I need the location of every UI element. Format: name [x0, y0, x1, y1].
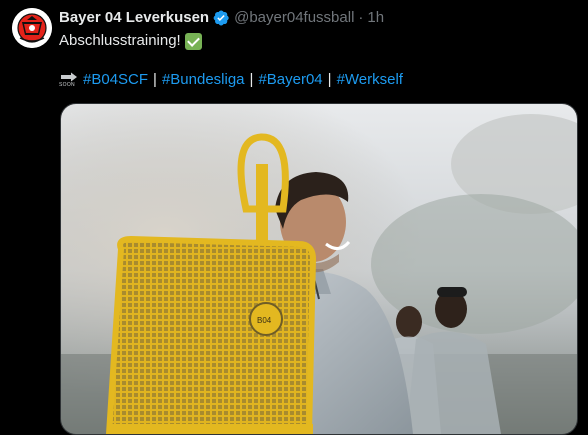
check-mark-button-emoji — [184, 32, 202, 50]
tweet-text: Abschlusstraining! — [59, 31, 202, 51]
tweet-header: Bayer 04 Leverkusen @bayer04fussball · 1… — [59, 8, 384, 28]
tweet[interactable]: Bayer 04 Leverkusen @bayer04fussball · 1… — [0, 0, 588, 435]
avatar[interactable] — [12, 8, 52, 48]
training-photo: B04 B04 — [61, 104, 577, 434]
soon-label: SOON — [59, 82, 75, 88]
separator-dot: · — [358, 9, 364, 26]
verified-badge-icon[interactable] — [212, 9, 230, 27]
hashtag-separator: | — [249, 71, 254, 88]
hashtag-link[interactable]: #Bayer04 — [258, 70, 322, 90]
hashtag-line: SOON #B04SCF | #Bundesliga | #Bayer04 | … — [59, 70, 403, 90]
timestamp[interactable]: 1h — [367, 8, 384, 28]
hashtag-link[interactable]: #B04SCF — [83, 70, 148, 90]
display-name[interactable]: Bayer 04 Leverkusen — [59, 8, 209, 28]
bayer04-crest-icon — [12, 8, 52, 48]
tweet-text-content: Abschlusstraining! — [59, 32, 181, 49]
soon-arrow-icon: SOON — [59, 71, 79, 89]
hashtag-separator: | — [153, 71, 157, 88]
hashtag-link[interactable]: #Bundesliga — [162, 70, 245, 90]
tweet-media-photo[interactable]: B04 B04 — [60, 103, 578, 435]
handle[interactable]: @bayer04fussball — [234, 8, 354, 28]
dummy-logo-text: B04 — [257, 316, 272, 325]
hashtag-link[interactable]: #Werkself — [337, 70, 403, 90]
hashtag-separator: | — [327, 71, 332, 88]
